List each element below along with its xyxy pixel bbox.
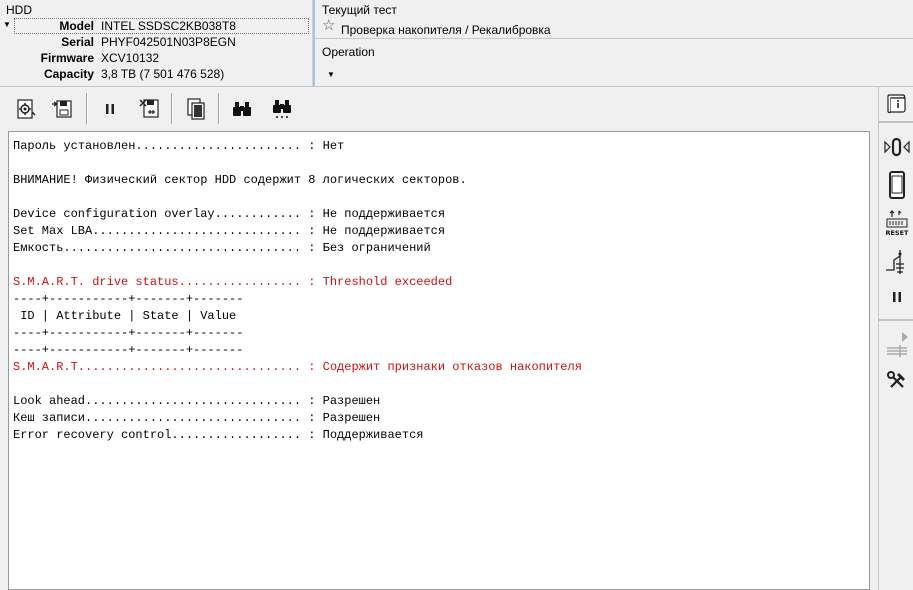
copy-pages-icon[interactable] (181, 94, 211, 124)
log-line: Look ahead..............................… (13, 394, 381, 408)
log-line: ----+-----------+-------+------- (13, 292, 244, 306)
tools-icon[interactable] (883, 367, 911, 395)
reset-icon[interactable]: RESET (883, 209, 911, 237)
log-line: Емкость.................................… (13, 241, 431, 255)
firmware-value: XCV10132 (101, 51, 160, 65)
hdd-info-panel: HDD ▼ Model INTEL SSDSC2KB038T8 Serial P… (0, 0, 312, 86)
hdd-firmware-row: Firmware XCV10132 (0, 50, 312, 66)
log-line: Set Max LBA.............................… (13, 224, 446, 238)
current-test-name: Проверка накопителя / Рекалибровка (341, 23, 551, 37)
binoculars-next-icon[interactable] (267, 94, 297, 124)
right-sidebar: RESET (878, 87, 913, 590)
operation-dropdown-arrow-icon[interactable]: ▼ (327, 70, 335, 79)
log-output[interactable]: Пароль установлен.......................… (8, 131, 870, 590)
log-line: Device configuration overlay............… (13, 207, 446, 221)
log-line: ВНИМАНИЕ! Физический сектор HDD содержит… (13, 173, 467, 187)
hdd-model-row: Model INTEL SSDSC2KB038T8 (0, 18, 312, 34)
log-line: Error recovery control..................… (13, 428, 424, 442)
main-toolbar (0, 88, 878, 128)
sidebar-separator (879, 121, 913, 123)
log-line: Кеш записи..............................… (13, 411, 381, 425)
info-scroll-icon[interactable] (883, 89, 911, 117)
toolbar-separator (171, 93, 173, 124)
pause-icon[interactable] (95, 94, 125, 124)
serial-value: PHYF042501N03P8EGN (101, 35, 236, 49)
pause-icon[interactable] (883, 283, 911, 311)
current-test-title: Текущий тест (322, 3, 397, 17)
current-test-panel: Текущий тест ☆ Проверка накопителя / Рек… (315, 0, 913, 86)
phone-icon[interactable] (883, 171, 911, 199)
toolbar-separator (218, 93, 220, 124)
capacity-value: 3,8 TB (7 501 476 528) (101, 67, 225, 81)
hdd-serial-row: Serial PHYF042501N03P8EGN (0, 34, 312, 50)
sound-icon[interactable] (883, 133, 911, 161)
log-line: S.M.A.R.T. drive status.................… (13, 275, 453, 289)
log-line: ----+-----------+-------+------- (13, 326, 244, 340)
firmware-label: Firmware (40, 51, 94, 65)
binoculars-icon[interactable] (227, 94, 257, 124)
model-value: INTEL SSDSC2KB038T8 (101, 19, 236, 33)
sidebar-separator (879, 319, 913, 321)
operation-title: Operation (322, 45, 375, 59)
log-line: ----+-----------+-------+------- (13, 343, 244, 357)
gear-disk-icon[interactable] (11, 94, 41, 124)
toolbar-separator (86, 93, 88, 124)
log-line: ID | Attribute | State | Value (13, 309, 237, 323)
capacity-label: Capacity (43, 67, 94, 81)
menu-lines-icon[interactable] (883, 337, 911, 365)
log-line: S.M.A.R.T...............................… (13, 360, 582, 374)
hdd-panel-title: HDD (6, 3, 32, 17)
delete-disk-icon[interactable] (135, 94, 165, 124)
divider (315, 38, 913, 39)
save-disk-icon[interactable] (47, 94, 77, 124)
model-label: Model (59, 19, 94, 33)
favorite-star-icon[interactable]: ☆ (322, 18, 335, 34)
hdd-capacity-row: Capacity 3,8 TB (7 501 476 528) (0, 66, 312, 82)
log-line: Пароль установлен.......................… (13, 139, 345, 153)
header-divider (0, 86, 913, 87)
serial-label: Serial (61, 35, 94, 49)
power-switch-icon[interactable] (883, 247, 911, 275)
reset-label: RESET (885, 229, 909, 237)
